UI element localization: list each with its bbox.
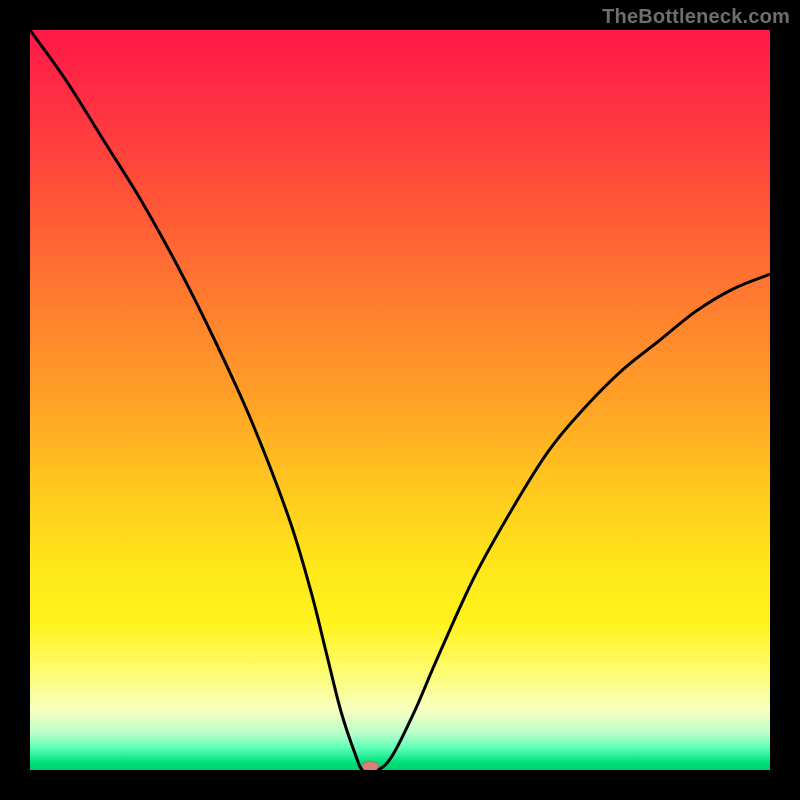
chart-frame: TheBottleneck.com (0, 0, 800, 800)
curve-layer (30, 30, 770, 770)
plot-area (30, 30, 770, 770)
min-marker (362, 761, 378, 770)
bottleneck-curve (30, 30, 770, 770)
watermark-text: TheBottleneck.com (602, 6, 790, 29)
